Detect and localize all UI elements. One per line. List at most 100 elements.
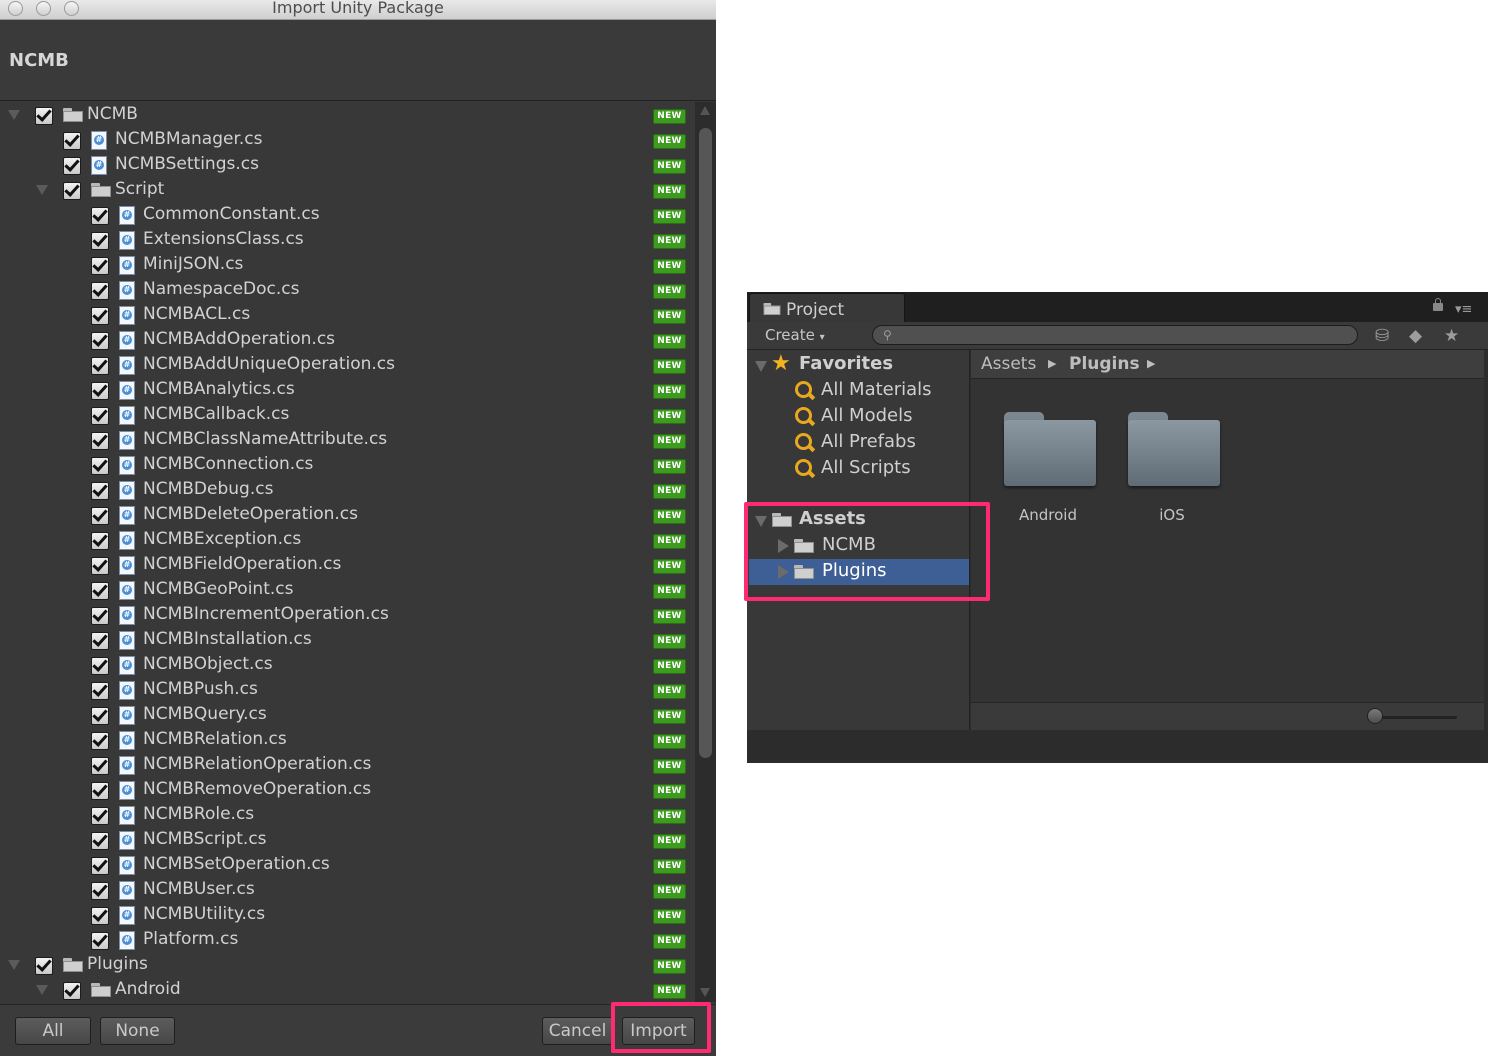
tree-file-row[interactable]: # NCMBRemoveOperation.cs NEW (0, 778, 694, 803)
include-checkbox[interactable] (91, 657, 109, 675)
tree-file-row[interactable]: # NCMBAddUniqueOperation.cs NEW (0, 353, 694, 378)
zoom-slider-thumb[interactable] (1367, 708, 1383, 724)
tree-file-row[interactable]: # NCMBAddOperation.cs NEW (0, 328, 694, 353)
tree-file-row[interactable]: # NCMBSettings.cs NEW (0, 153, 694, 178)
foldout-arrow-icon[interactable] (36, 985, 48, 995)
include-checkbox[interactable] (91, 507, 109, 525)
include-checkbox[interactable] (91, 882, 109, 900)
include-checkbox[interactable] (91, 557, 109, 575)
include-checkbox[interactable] (91, 607, 109, 625)
tree-file-row[interactable]: # NCMBQuery.cs NEW (0, 703, 694, 728)
favorites-section[interactable]: ★ Favorites (747, 351, 970, 378)
include-checkbox[interactable] (91, 282, 109, 300)
tree-file-row[interactable]: # NCMBScript.cs NEW (0, 828, 694, 853)
tree-file-row[interactable]: # NCMBIncrementOperation.cs NEW (0, 603, 694, 628)
tree-file-row[interactable]: # NCMBUser.cs NEW (0, 878, 694, 903)
include-checkbox[interactable] (91, 332, 109, 350)
cancel-button[interactable]: Cancel (542, 1017, 613, 1045)
favorite-item-materials[interactable]: All Materials (747, 378, 970, 404)
tree-folder-row[interactable]: Script NEW (0, 178, 694, 203)
include-checkbox[interactable] (63, 132, 81, 150)
tree-file-row[interactable]: # NCMBPush.cs NEW (0, 678, 694, 703)
select-none-button[interactable]: None (100, 1017, 175, 1045)
folder-label-ios[interactable]: iOS (1122, 506, 1222, 524)
breadcrumb-arrow-icon[interactable]: ▶ (1147, 357, 1155, 370)
include-checkbox[interactable] (91, 707, 109, 725)
tree-file-row[interactable]: # NCMBClassNameAttribute.cs NEW (0, 428, 694, 453)
tree-scrollbar[interactable] (695, 102, 716, 1002)
foldout-arrow-icon[interactable] (8, 110, 20, 120)
search-by-type-icon[interactable]: ⛁ (1375, 326, 1389, 346)
include-checkbox[interactable] (91, 357, 109, 375)
include-checkbox[interactable] (91, 257, 109, 275)
favorite-item-scripts[interactable]: All Scripts (747, 456, 970, 482)
tree-folder-row[interactable]: Android NEW (0, 978, 694, 1002)
folder-label-android[interactable]: Android (998, 506, 1098, 524)
breadcrumb-assets[interactable]: Assets (981, 354, 1036, 374)
foldout-arrow-icon[interactable] (36, 185, 48, 195)
tree-file-row[interactable]: # NCMBConnection.cs NEW (0, 453, 694, 478)
favorite-item-prefabs[interactable]: All Prefabs (747, 430, 970, 456)
tree-file-row[interactable]: # ExtensionsClass.cs NEW (0, 228, 694, 253)
tree-folder-row[interactable]: Plugins NEW (0, 953, 694, 978)
tree-file-row[interactable]: # NCMBSetOperation.cs NEW (0, 853, 694, 878)
tree-file-row[interactable]: # NCMBACL.cs NEW (0, 303, 694, 328)
include-checkbox[interactable] (35, 957, 53, 975)
include-checkbox[interactable] (35, 107, 53, 125)
tree-file-row[interactable]: # Platform.cs NEW (0, 928, 694, 953)
include-checkbox[interactable] (91, 732, 109, 750)
tree-file-row[interactable]: # NCMBGeoPoint.cs NEW (0, 578, 694, 603)
include-checkbox[interactable] (91, 757, 109, 775)
tree-file-row[interactable]: # NCMBManager.cs NEW (0, 128, 694, 153)
include-checkbox[interactable] (91, 532, 109, 550)
include-checkbox[interactable] (91, 407, 109, 425)
include-checkbox[interactable] (91, 782, 109, 800)
include-checkbox[interactable] (91, 932, 109, 950)
include-checkbox[interactable] (91, 632, 109, 650)
scroll-down-arrow-icon[interactable] (700, 988, 710, 997)
include-checkbox[interactable] (91, 807, 109, 825)
create-dropdown[interactable]: Create ▾ (755, 325, 833, 346)
scroll-thumb[interactable] (699, 128, 712, 758)
tree-file-row[interactable]: # NCMBDeleteOperation.cs NEW (0, 503, 694, 528)
tree-file-row[interactable]: # NCMBRelation.cs NEW (0, 728, 694, 753)
tree-file-row[interactable]: # NCMBRole.cs NEW (0, 803, 694, 828)
tree-file-row[interactable]: # MiniJSON.cs NEW (0, 253, 694, 278)
tree-file-row[interactable]: # NCMBInstallation.cs NEW (0, 628, 694, 653)
tree-file-row[interactable]: # NCMBFieldOperation.cs NEW (0, 553, 694, 578)
include-checkbox[interactable] (91, 482, 109, 500)
include-checkbox[interactable] (91, 382, 109, 400)
scroll-up-arrow-icon[interactable] (700, 106, 710, 115)
search-input[interactable]: ⚲ (872, 325, 1358, 345)
tree-file-row[interactable]: # NCMBRelationOperation.cs NEW (0, 753, 694, 778)
select-all-button[interactable]: All (15, 1017, 91, 1045)
folder-icon[interactable] (1004, 412, 1096, 486)
favorite-item-models[interactable]: All Models (747, 404, 970, 430)
include-checkbox[interactable] (91, 232, 109, 250)
include-checkbox[interactable] (91, 857, 109, 875)
foldout-arrow-icon[interactable] (8, 960, 20, 970)
include-checkbox[interactable] (91, 582, 109, 600)
include-checkbox[interactable] (91, 832, 109, 850)
include-checkbox[interactable] (63, 982, 81, 1000)
lock-icon[interactable] (1433, 298, 1443, 311)
tree-file-row[interactable]: # NCMBDebug.cs NEW (0, 478, 694, 503)
tree-file-row[interactable]: # NCMBException.cs NEW (0, 528, 694, 553)
include-checkbox[interactable] (63, 182, 81, 200)
include-checkbox[interactable] (91, 907, 109, 925)
include-checkbox[interactable] (91, 432, 109, 450)
include-checkbox[interactable] (91, 307, 109, 325)
tree-file-row[interactable]: # NamespaceDoc.cs NEW (0, 278, 694, 303)
tree-file-row[interactable]: # CommonConstant.cs NEW (0, 203, 694, 228)
search-by-label-icon[interactable]: ◆ (1409, 326, 1422, 346)
tab-project[interactable]: Project (749, 293, 905, 322)
tree-file-row[interactable]: # NCMBAnalytics.cs NEW (0, 378, 694, 403)
tab-menu-icon[interactable]: ▾≡ (1455, 302, 1472, 317)
folder-icon[interactable] (1128, 412, 1220, 486)
tree-file-row[interactable]: # NCMBCallback.cs NEW (0, 403, 694, 428)
tree-folder-row[interactable]: NCMB NEW (0, 103, 694, 128)
collapse-arrow-icon[interactable] (755, 361, 767, 372)
include-checkbox[interactable] (91, 682, 109, 700)
include-checkbox[interactable] (91, 457, 109, 475)
tree-file-row[interactable]: # NCMBObject.cs NEW (0, 653, 694, 678)
